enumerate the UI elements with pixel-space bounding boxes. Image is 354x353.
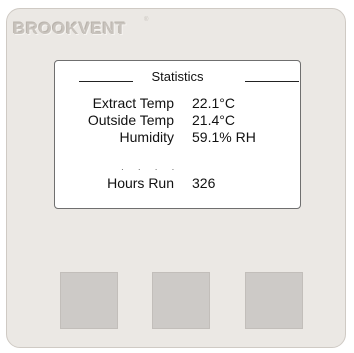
- stat-row-extract-temp: Extract Temp 22.1°C: [55, 95, 300, 113]
- stat-row-humidity: Humidity 59.1% RH: [55, 129, 300, 147]
- control-panel: BROOKVENT ® Statistics Extract Temp 22.1…: [6, 8, 346, 348]
- brand-logo: BROOKVENT: [13, 19, 127, 38]
- scroll-indicator-icon: · · · ·: [121, 165, 181, 174]
- title-divider-right: [245, 81, 299, 82]
- lcd-screen: Statistics Extract Temp 22.1°C Outside T…: [54, 60, 301, 209]
- stat-value: 22.1°C: [192, 95, 235, 111]
- stat-label: Humidity: [119, 129, 174, 145]
- button-right[interactable]: [245, 272, 303, 329]
- stat-value: 21.4°C: [192, 112, 235, 128]
- registered-mark: ®: [144, 17, 149, 23]
- button-middle[interactable]: [152, 272, 210, 329]
- button-left[interactable]: [60, 272, 118, 329]
- stat-value: 326: [192, 175, 216, 191]
- stat-label: Hours Run: [107, 175, 174, 191]
- stat-label: Extract Temp: [92, 95, 174, 111]
- stat-value: 59.1% RH: [192, 129, 256, 145]
- stat-row-outside-temp: Outside Temp 21.4°C: [55, 112, 300, 130]
- screen-title-row: Statistics: [55, 69, 300, 85]
- stat-row-hours-run: Hours Run 326: [55, 175, 300, 193]
- stat-label: Outside Temp: [87, 112, 174, 128]
